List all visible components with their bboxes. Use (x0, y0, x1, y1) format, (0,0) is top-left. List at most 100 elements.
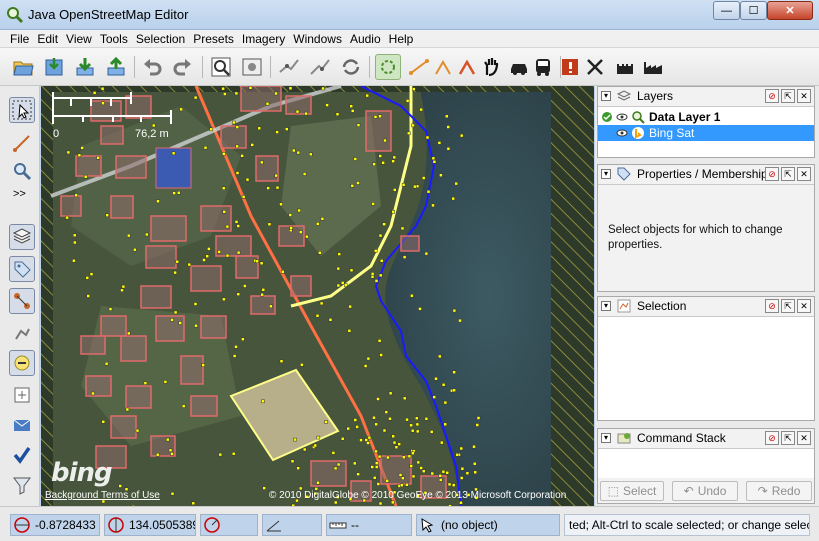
way-node[interactable] (445, 114, 449, 119)
way-node[interactable] (374, 461, 379, 465)
way-node[interactable] (402, 396, 407, 401)
way-node[interactable] (392, 155, 397, 160)
way-node[interactable] (426, 189, 431, 194)
menu-audio[interactable]: Audio (346, 30, 385, 48)
way-node[interactable] (370, 272, 375, 276)
way-node[interactable] (407, 454, 412, 459)
way-node[interactable] (232, 354, 237, 358)
way-node[interactable] (382, 222, 386, 226)
tag-dialog-icon[interactable] (9, 256, 35, 282)
way-node[interactable] (170, 491, 175, 496)
select-button[interactable]: ⬚ Select (600, 481, 664, 501)
way-node[interactable] (374, 279, 379, 283)
way-node[interactable] (191, 501, 196, 506)
way-node[interactable] (221, 186, 226, 190)
layer-row-data-layer[interactable]: Data Layer 1 (598, 109, 814, 125)
way-node[interactable] (366, 356, 371, 361)
way-node[interactable] (333, 500, 338, 505)
way-node[interactable] (458, 318, 462, 323)
way-node[interactable] (316, 435, 321, 440)
way-node[interactable] (178, 321, 182, 325)
way-node[interactable] (455, 453, 460, 457)
way-node[interactable] (398, 473, 403, 477)
way-node[interactable] (384, 410, 389, 414)
way-node[interactable] (293, 437, 297, 442)
way-node[interactable] (243, 284, 247, 288)
way-node[interactable] (201, 363, 205, 367)
funnel-icon[interactable] (9, 472, 35, 498)
way-node[interactable] (240, 154, 244, 158)
way-node[interactable] (96, 156, 100, 160)
undo-button[interactable]: ↶ Undo (672, 481, 738, 501)
way-node[interactable] (472, 444, 476, 449)
close-icon[interactable]: ✕ (797, 431, 811, 445)
way-node[interactable] (439, 173, 443, 177)
way-node[interactable] (194, 323, 198, 328)
way-node[interactable] (353, 418, 358, 422)
way-node[interactable] (193, 302, 198, 306)
way-node[interactable] (232, 120, 236, 125)
way-node[interactable] (446, 125, 450, 129)
way-node[interactable] (328, 318, 333, 322)
way-node[interactable] (434, 376, 438, 381)
way-node[interactable] (205, 254, 209, 258)
download-icon[interactable] (72, 54, 98, 80)
way-node[interactable] (80, 146, 84, 150)
way-node[interactable] (337, 252, 341, 256)
tools-icon[interactable] (582, 54, 608, 80)
way-node[interactable] (275, 130, 279, 134)
way-node[interactable] (382, 428, 387, 433)
way-node[interactable] (405, 417, 409, 422)
way-node[interactable] (209, 127, 213, 132)
way-node[interactable] (156, 199, 160, 204)
way-node[interactable] (267, 222, 272, 227)
way-node[interactable] (77, 153, 82, 158)
way-node[interactable] (356, 472, 360, 476)
way-node[interactable] (405, 483, 409, 487)
dissect-icon[interactable] (454, 54, 480, 80)
way-node[interactable] (101, 101, 105, 105)
way-node[interactable] (432, 160, 437, 164)
layers-dialog-icon[interactable] (9, 224, 35, 250)
close-icon[interactable]: ✕ (797, 299, 811, 313)
way-node[interactable] (304, 111, 308, 116)
way-node[interactable] (397, 442, 401, 446)
way-node[interactable] (379, 259, 384, 263)
way-node[interactable] (347, 329, 352, 333)
collapse-toggle[interactable]: ▾ (601, 169, 611, 179)
minimize-button[interactable]: — (713, 1, 740, 20)
way-node[interactable] (135, 428, 140, 433)
menu-presets[interactable]: Presets (189, 30, 238, 48)
way-node[interactable] (465, 471, 470, 475)
way-node[interactable] (320, 217, 325, 221)
help-icon[interactable]: ⊘ (765, 89, 779, 103)
maximize-button[interactable]: ☐ (740, 1, 767, 20)
way-node[interactable] (298, 230, 303, 234)
map-canvas[interactable] (41, 86, 594, 506)
way-node[interactable] (295, 109, 300, 114)
collapse-toggle[interactable]: ▾ (601, 301, 611, 311)
collapse-toggle[interactable]: ▾ (601, 433, 611, 443)
close-icon[interactable]: ✕ (797, 167, 811, 181)
way-node[interactable] (473, 470, 477, 475)
way-node[interactable] (364, 438, 368, 442)
menu-tools[interactable]: Tools (96, 30, 132, 48)
upload-icon[interactable] (103, 54, 129, 80)
way-node[interactable] (170, 452, 174, 456)
way-node[interactable] (305, 234, 309, 239)
way-node[interactable] (235, 125, 240, 129)
castle-icon[interactable] (612, 54, 638, 80)
way-node[interactable] (316, 222, 320, 226)
way-node[interactable] (315, 313, 320, 318)
menu-windows[interactable]: Windows (289, 30, 346, 48)
way-node[interactable] (234, 91, 239, 96)
way-node[interactable] (236, 250, 241, 255)
way-node[interactable] (476, 416, 481, 420)
way-node[interactable] (431, 156, 436, 161)
background-terms-link[interactable]: Background Terms of Use (45, 490, 160, 501)
way-node[interactable] (475, 423, 480, 427)
way-node[interactable] (376, 397, 380, 401)
way-node[interactable] (356, 123, 361, 127)
way-node[interactable] (372, 476, 377, 480)
way-node[interactable] (218, 452, 223, 457)
